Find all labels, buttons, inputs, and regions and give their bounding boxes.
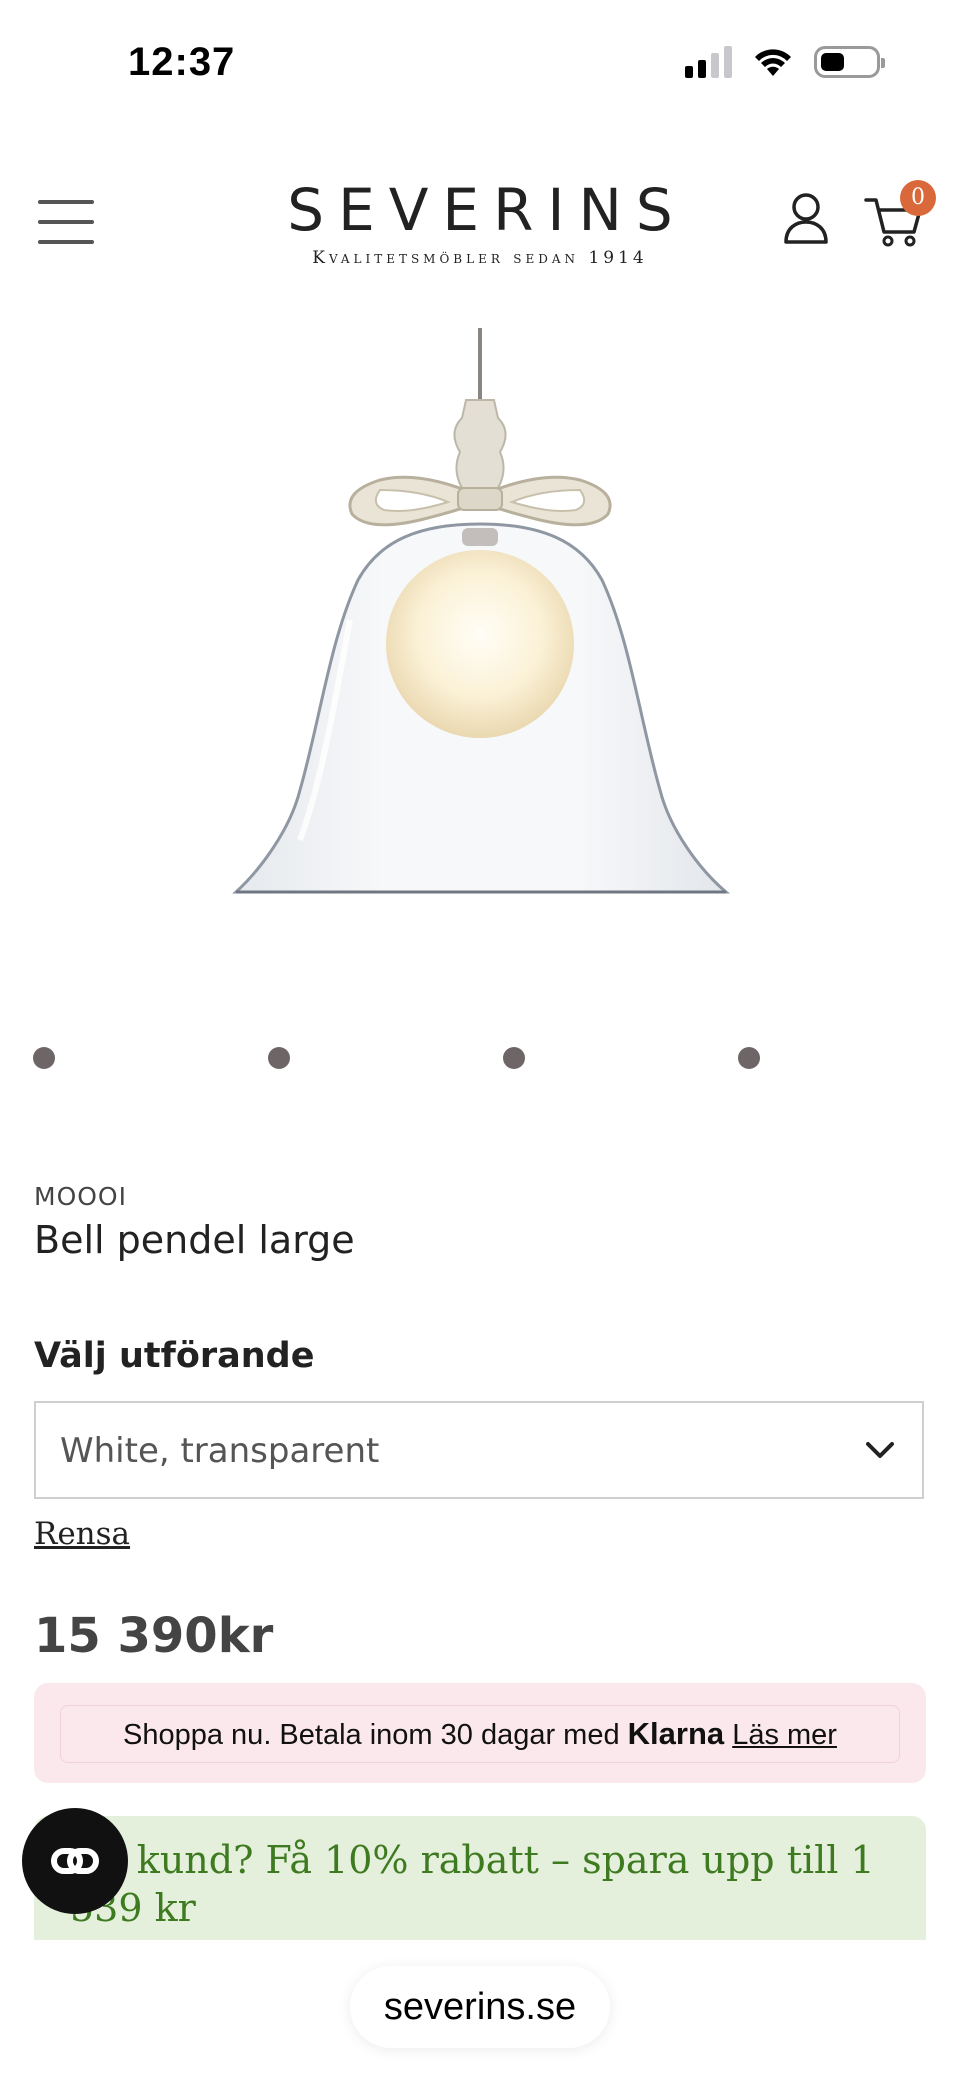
chat-button[interactable] bbox=[22, 1808, 128, 1914]
status-time: 12:37 bbox=[128, 40, 236, 84]
cart-count-badge: 0 bbox=[900, 180, 936, 216]
variant-selected-value: White, transparent bbox=[60, 1431, 380, 1471]
product-title: Bell pendel large bbox=[34, 1218, 355, 1262]
new-customer-promo-banner[interactable]: Ny kund? Få 10% rabatt – spara upp till … bbox=[34, 1816, 926, 1940]
klarna-logo: Klarna bbox=[627, 1716, 725, 1751]
user-icon bbox=[784, 193, 828, 244]
product-price: 15 390kr bbox=[34, 1608, 274, 1664]
link-icon bbox=[51, 1848, 99, 1874]
carousel-dot-4[interactable] bbox=[738, 1047, 760, 1069]
battery-fill bbox=[821, 53, 845, 71]
klarna-banner: Shoppa nu. Betala inom 30 dagar med Klar… bbox=[34, 1683, 926, 1783]
product-brand[interactable]: MOOOI bbox=[34, 1182, 127, 1211]
logo-tagline: Kvalitetsmöbler sedan 1914 bbox=[312, 248, 648, 268]
product-image[interactable] bbox=[0, 320, 960, 940]
browser-url-bar[interactable]: severins.se bbox=[350, 1966, 610, 2048]
signal-icon bbox=[685, 46, 732, 78]
promo-text: Ny kund? Få 10% rabatt – spara upp till … bbox=[70, 1838, 875, 1930]
carousel-dot-1[interactable] bbox=[33, 1047, 55, 1069]
cart-button[interactable]: 0 bbox=[862, 180, 936, 250]
battery-icon bbox=[814, 46, 885, 78]
status-bar: 12:37 bbox=[0, 0, 960, 120]
wifi-icon bbox=[755, 49, 791, 76]
chevron-down-icon bbox=[866, 1442, 894, 1458]
klarna-text: Shoppa nu. Betala inom 30 dagar med bbox=[123, 1719, 620, 1751]
variant-label: Välj utförande bbox=[34, 1336, 315, 1376]
clear-selection-link[interactable]: Rensa bbox=[34, 1516, 130, 1552]
carousel-dots bbox=[0, 1047, 960, 1071]
site-header: SEVERINS Kvalitetsmöbler sedan 1914 0 bbox=[0, 160, 960, 280]
carousel-dot-3[interactable] bbox=[503, 1047, 525, 1069]
variant-select[interactable]: White, transparent bbox=[34, 1401, 924, 1499]
klarna-message: Shoppa nu. Betala inom 30 dagar med Klar… bbox=[60, 1705, 900, 1763]
account-button[interactable] bbox=[780, 190, 832, 246]
status-icons bbox=[685, 46, 885, 78]
klarna-read-more-link[interactable]: Läs mer bbox=[732, 1719, 837, 1751]
carousel-dot-2[interactable] bbox=[268, 1047, 290, 1069]
bell-pendant-image bbox=[232, 328, 731, 894]
